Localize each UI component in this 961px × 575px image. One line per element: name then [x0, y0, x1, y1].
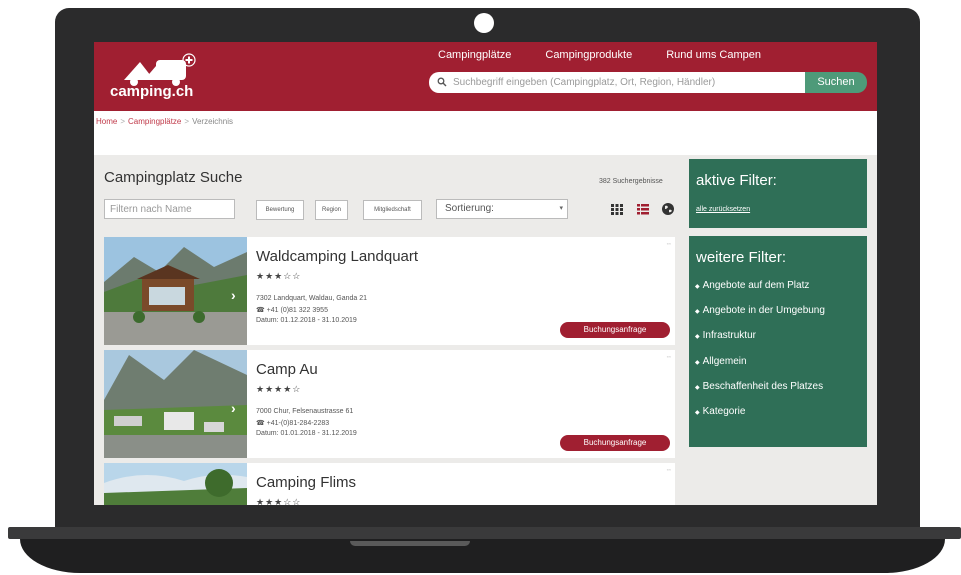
laptop-base-top	[8, 527, 961, 539]
search-icon	[437, 77, 447, 87]
filter-label: Kategorie	[702, 406, 746, 417]
filter-mitgliedschaft-button[interactable]: Mitgliedschaft	[363, 200, 422, 220]
filter-region-button[interactable]: Region	[315, 200, 348, 220]
breadcrumb-campingplaetze[interactable]: Campingplätze	[128, 117, 181, 126]
campsite-photo[interactable]	[104, 463, 247, 505]
filter-angebote-umgebung[interactable]: ◆ Angebote in der Umgebung	[695, 305, 825, 316]
more-filters-box: weitere Filter: ◆ Angebote auf dem Platz …	[689, 236, 867, 447]
search-input[interactable]	[453, 75, 798, 90]
filter-kategorie[interactable]: ◆ Kategorie	[695, 406, 745, 417]
campsite-photo[interactable]	[104, 350, 247, 458]
star-rating: ★★★☆☆	[256, 271, 302, 281]
active-filters-title: aktive Filter:	[696, 172, 777, 189]
grid-view-icon[interactable]	[610, 202, 624, 216]
filter-name-input[interactable]	[104, 199, 235, 219]
campsite-photo[interactable]	[104, 237, 247, 345]
list-view-icon[interactable]	[636, 202, 650, 216]
bullet-icon: ◆	[695, 385, 700, 391]
card-title[interactable]: Camping Flims	[256, 474, 356, 491]
booking-request-button[interactable]: Buchungsanfrage	[560, 322, 670, 338]
breadcrumb-current: Verzeichnis	[192, 117, 233, 126]
card-tag: ▫▫▫	[666, 354, 671, 359]
card-title[interactable]: Waldcamping Landquart	[256, 248, 418, 265]
filter-bewertung-button[interactable]: Bewertung	[256, 200, 304, 220]
filter-label: Infrastruktur	[702, 330, 756, 341]
bullet-icon: ◆	[695, 410, 700, 416]
active-filters-box: aktive Filter: alle zurücksetzen	[689, 159, 867, 228]
filter-label: Angebote in der Umgebung	[702, 305, 825, 316]
main-nav: Campingplätze Campingprodukte Rund ums C…	[438, 49, 761, 61]
more-filters-title: weitere Filter:	[696, 249, 787, 266]
star-rating: ★★★★☆	[256, 384, 302, 394]
sort-label: Sortierung:	[445, 203, 494, 214]
card-date: Datum: 01.12.2018 - 31.10.2019	[256, 317, 357, 324]
result-card[interactable]: › ▫▫▫ Waldcamping Landquart ★★★☆☆ 7302 L…	[104, 237, 675, 345]
card-phone: ☎ +41-(0)81-284-2283	[256, 420, 330, 427]
result-card[interactable]: ▫▫▫ Camping Flims ★★★☆☆	[104, 463, 675, 505]
bullet-icon: ◆	[695, 284, 700, 290]
breadcrumb-separator: >	[120, 117, 126, 126]
filter-beschaffenheit[interactable]: ◆ Beschaffenheit des Platzes	[695, 381, 823, 392]
bullet-icon: ◆	[695, 360, 700, 366]
chevron-right-icon[interactable]: ›	[231, 287, 236, 303]
filter-label: Angebote auf dem Platz	[702, 280, 810, 291]
card-date: Datum: 01.01.2018 - 31.12.2019	[256, 430, 357, 437]
nav-campingprodukte[interactable]: Campingprodukte	[545, 49, 632, 61]
breadcrumb: Home > Campingplätze > Verzeichnis	[96, 117, 233, 126]
bullet-icon: ◆	[695, 334, 700, 340]
swiss-cross-icon	[182, 53, 196, 67]
chevron-down-icon: ▾	[559, 205, 563, 212]
card-tag: ▫▫▫	[666, 241, 671, 246]
card-phone: ☎ +41 (0)81 322 3955	[256, 307, 328, 314]
result-card[interactable]: › ▫▫▫ Camp Au ★★★★☆ 7000 Chur, Felsenaus…	[104, 350, 675, 458]
screen: camping.ch Campingplätze Campingprodukte…	[94, 42, 877, 505]
map-view-icon[interactable]	[661, 202, 675, 216]
nav-campingplaetze[interactable]: Campingplätze	[438, 49, 511, 61]
search-box	[429, 72, 806, 93]
chevron-right-icon[interactable]: ›	[231, 400, 236, 416]
results-count: 382 Suchergebnisse	[599, 178, 663, 185]
card-tag: ▫▫▫	[666, 467, 671, 472]
laptop-base	[20, 539, 945, 573]
booking-request-button[interactable]: Buchungsanfrage	[560, 435, 670, 451]
laptop-notch	[350, 541, 470, 546]
breadcrumb-home[interactable]: Home	[96, 117, 117, 126]
webcam	[474, 13, 494, 33]
filter-label: Allgemein	[702, 356, 747, 367]
bullet-icon: ◆	[695, 309, 700, 315]
page-title: Campingplatz Suche	[104, 169, 243, 186]
breadcrumb-separator: >	[184, 117, 190, 126]
card-title[interactable]: Camp Au	[256, 361, 318, 378]
reset-filters-link[interactable]: alle zurücksetzen	[696, 206, 750, 213]
site-header: camping.ch Campingplätze Campingprodukte…	[94, 42, 877, 111]
filter-label: Beschaffenheit des Platzes	[702, 381, 824, 392]
nav-rund-ums-campen[interactable]: Rund ums Campen	[666, 49, 761, 61]
filter-infrastruktur[interactable]: ◆ Infrastruktur	[695, 330, 756, 341]
search-button[interactable]: Suchen	[805, 72, 867, 93]
logo-text[interactable]: camping.ch	[110, 83, 193, 100]
card-address: 7000 Chur, Felsenaustrasse 61	[256, 408, 354, 415]
card-address: 7302 Landquart, Waldau, Ganda 21	[256, 295, 368, 302]
star-rating: ★★★☆☆	[256, 497, 302, 505]
filter-angebote-platz[interactable]: ◆ Angebote auf dem Platz	[695, 280, 809, 291]
sort-select[interactable]: Sortierung: ▾	[436, 199, 568, 219]
filter-allgemein[interactable]: ◆ Allgemein	[695, 356, 747, 367]
